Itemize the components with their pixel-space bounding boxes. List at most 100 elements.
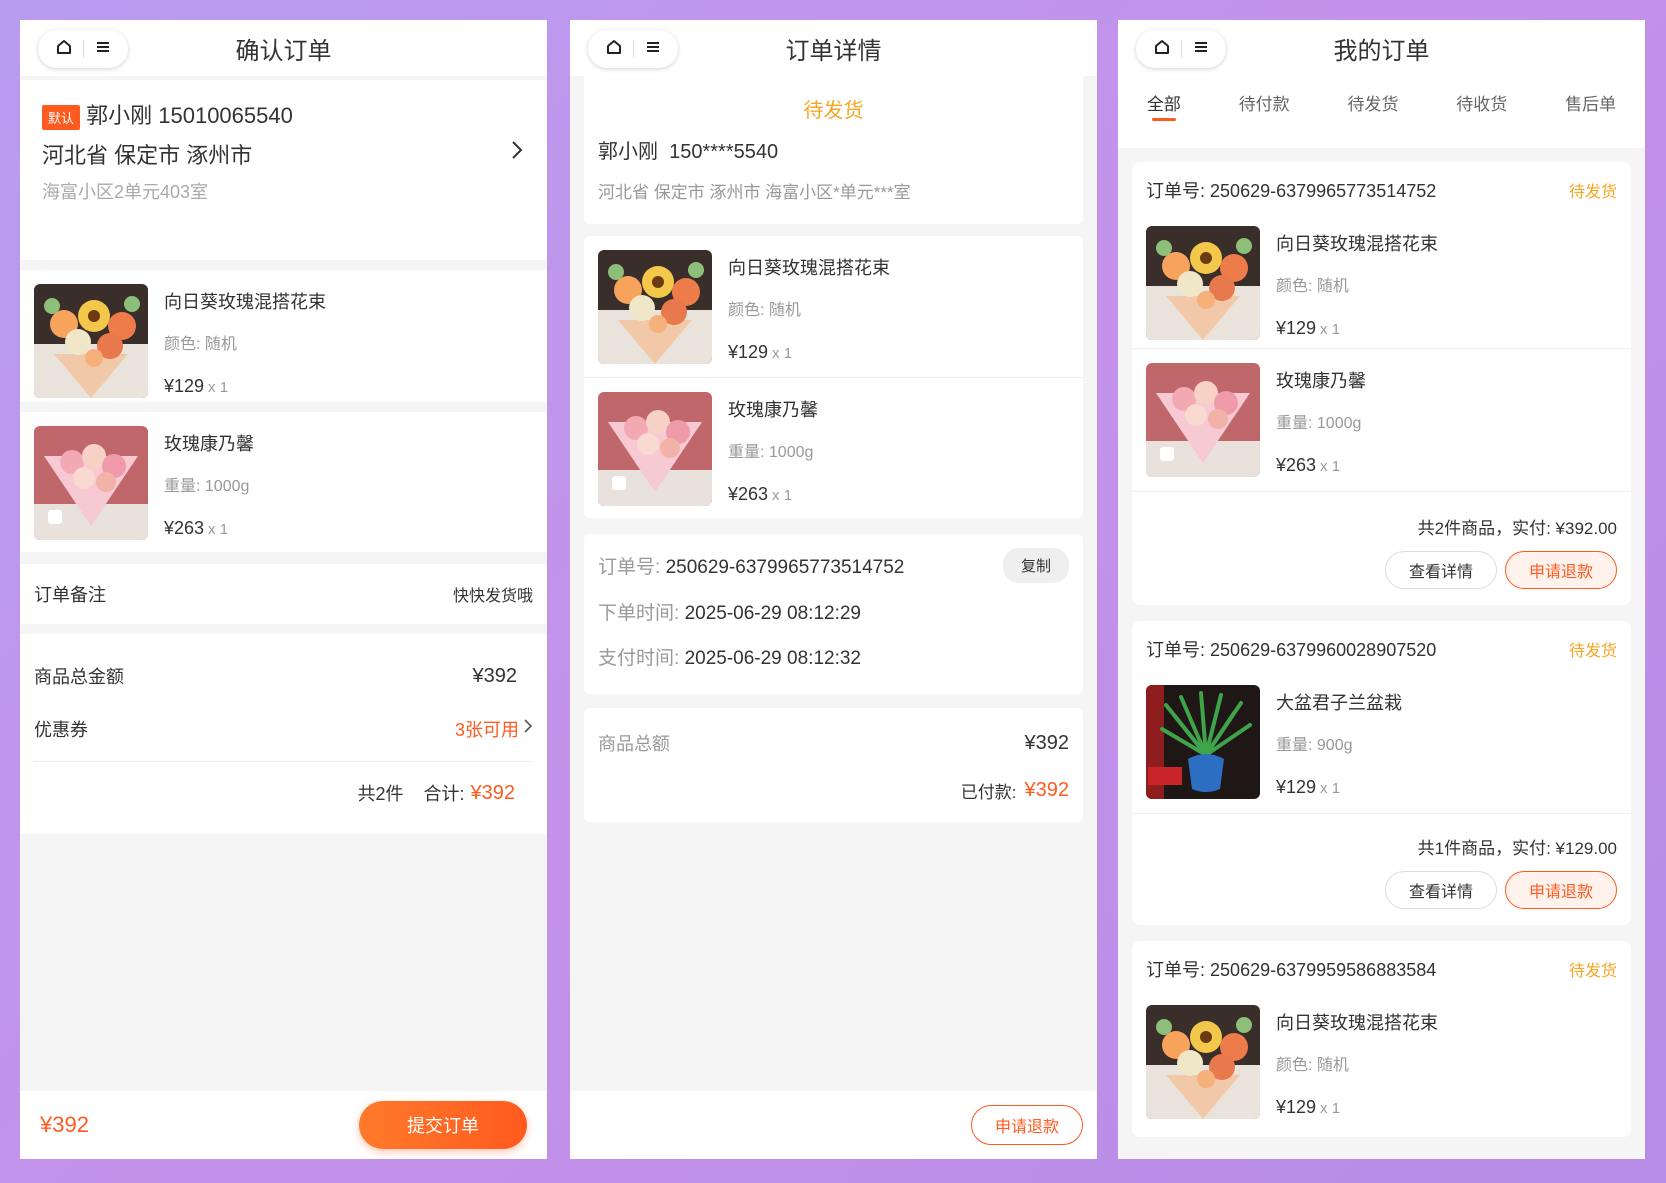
order-number: 250629-6379965773514752 (665, 556, 905, 578)
product-price: ¥129 (1276, 1097, 1317, 1117)
receiver-address: 河北省 保定市 涿州市 海富小区*单元***室 (598, 183, 911, 202)
coupon-row[interactable]: 优惠券 3张可用 (34, 710, 533, 762)
page-title: 确认订单 (235, 37, 332, 65)
product-item[interactable]: 向日葵玫瑰混搭花束 颜色: 随机 ¥129 x 1 (1132, 997, 1631, 1137)
order-time-label: 下单时间: (598, 603, 680, 624)
order-number-row: 订单号: 250629-6379965773514752 (1146, 177, 1436, 203)
refund-button[interactable]: 申请退款 (1505, 551, 1617, 589)
pay-time: 2025-06-29 08:12:32 (684, 648, 861, 669)
product-spec: 重量: 1000g (728, 444, 814, 461)
order-card[interactable]: 订单号: 250629-6379960028907520 待发货 大盆君子兰盆栽… (1132, 621, 1631, 925)
bottom-total-price: ¥392 (40, 1112, 89, 1137)
product-item[interactable]: 向日葵玫瑰混搭花束 颜色: 随机 ¥129 x 1 (1132, 218, 1631, 348)
product-thumbnail (598, 392, 712, 506)
page-title: 订单详情 (785, 37, 882, 65)
product-price: ¥263 (164, 518, 205, 538)
submit-order-button[interactable]: 提交订单 (359, 1101, 527, 1149)
refund-button[interactable]: 申请退款 (1505, 871, 1617, 909)
navbar: 订单详情 (570, 20, 1097, 76)
product-item[interactable]: 向日葵玫瑰混搭花束 颜色: 随机 ¥129 x 1 (584, 236, 1083, 378)
order-info-card: 订单号: 250629-6379965773514752 复制 下单时间: 20… (584, 534, 1083, 694)
address-detail: 海富小区2单元403室 (42, 182, 209, 202)
product-name: 向日葵玫瑰混搭花束 (164, 292, 326, 312)
order-number-label: 订单号: (598, 556, 661, 578)
product-price-row: ¥129 x 1 (1276, 1097, 1438, 1118)
nav-capsule (1136, 30, 1226, 68)
paid-value: ¥392 (1024, 779, 1070, 801)
order-tabs: 全部 待付款 待发货 待收货 售后单 (1118, 76, 1645, 148)
summary-total: ¥392 (470, 781, 516, 804)
order-status: 待发货 (1568, 643, 1617, 660)
order-summary: 共1件商品，实付: ¥129.00 (1417, 839, 1617, 858)
product-price: ¥129 (164, 376, 205, 396)
goods-total-label: 商品总金额 (34, 667, 124, 687)
summary-label: 合计: (423, 784, 465, 804)
product-item[interactable]: 玫瑰康乃馨 重量: 1000g ¥263 x 1 (1132, 349, 1631, 491)
product-qty: x 1 (772, 487, 793, 504)
menu-icon[interactable] (95, 40, 111, 59)
home-icon[interactable] (55, 38, 73, 61)
product-thumbnail (34, 284, 148, 398)
product-price-row: ¥129 x 1 (164, 376, 326, 397)
order-summary: 共2件商品，实付: ¥392.00 (1417, 519, 1617, 538)
product-spec: 颜色: 随机 (728, 302, 801, 319)
product-item[interactable]: 向日葵玫瑰混搭花束 颜色: 随机 ¥129 x 1 (20, 270, 547, 402)
product-thumbnail (1146, 363, 1260, 477)
order-number: 250629-6379965773514752 (1210, 181, 1437, 201)
product-price: ¥129 (728, 342, 769, 362)
product-qty: x 1 (208, 521, 229, 538)
product-qty: x 1 (1320, 458, 1341, 475)
order-number: 250629-6379960028907520 (1210, 640, 1437, 660)
product-card: 向日葵玫瑰混搭花束 颜色: 随机 ¥129 x 1 玫瑰康乃馨 重量: 1000g… (584, 236, 1083, 518)
product-name: 玫瑰康乃馨 (1276, 371, 1366, 391)
home-icon[interactable] (605, 38, 623, 61)
order-number-row: 订单号: 250629-6379965773514752 (598, 552, 904, 579)
payment-card: 商品总额 ¥392 已付款: ¥392 (584, 708, 1083, 822)
order-remark-row[interactable]: 订单备注 快快发货哦 (20, 564, 547, 624)
bottom-bar: ¥392 提交订单 (20, 1091, 547, 1159)
product-item[interactable]: 玫瑰康乃馨 重量: 1000g ¥263 x 1 (20, 412, 547, 552)
menu-icon[interactable] (645, 40, 661, 59)
order-remark-value: 快快发货哦 (452, 588, 533, 605)
product-qty: x 1 (772, 345, 793, 362)
product-thumbnail (1146, 1005, 1260, 1119)
address-name-phone: 郭小刚 15010065540 (86, 103, 293, 128)
tab-all[interactable]: 全部 (1147, 90, 1181, 148)
product-name: 向日葵玫瑰混搭花束 (728, 258, 890, 278)
capsule-divider (83, 40, 85, 58)
product-name: 玫瑰康乃馨 (728, 400, 818, 420)
tab-unpaid[interactable]: 待付款 (1239, 90, 1290, 148)
product-item[interactable]: 大盆君子兰盆栽 重量: 900g ¥129 x 1 (1132, 677, 1631, 813)
view-detail-button[interactable]: 查看详情 (1385, 871, 1497, 909)
product-spec: 颜色: 随机 (1276, 278, 1349, 295)
address-card[interactable]: 默认 郭小刚 15010065540 河北省 保定市 涿州市 海富小区2单元40… (20, 80, 547, 260)
nav-capsule (38, 30, 128, 68)
tab-after-sale[interactable]: 售后单 (1565, 90, 1616, 148)
order-time: 2025-06-29 08:12:29 (684, 603, 861, 624)
goods-total-label: 商品总额 (598, 734, 670, 754)
product-price-row: ¥129 x 1 (1276, 777, 1402, 798)
receiver-name-phone: 郭小刚 150****5540 (598, 141, 779, 163)
product-price-row: ¥263 x 1 (164, 518, 254, 539)
coupon-label: 优惠券 (34, 719, 88, 740)
product-price-row: ¥263 x 1 (728, 484, 818, 505)
view-detail-button[interactable]: 查看详情 (1385, 551, 1497, 589)
refund-button[interactable]: 申请退款 (971, 1105, 1083, 1145)
product-spec: 重量: 1000g (1276, 415, 1362, 432)
tab-to-receive[interactable]: 待收货 (1456, 90, 1507, 148)
product-name: 向日葵玫瑰混搭花束 (1276, 1013, 1438, 1033)
product-thumbnail (1146, 685, 1260, 799)
bottom-bar: 申请退款 (570, 1091, 1097, 1159)
home-icon[interactable] (1153, 38, 1171, 61)
product-name: 玫瑰康乃馨 (164, 434, 254, 454)
tab-to-ship[interactable]: 待发货 (1347, 90, 1398, 148)
order-card[interactable]: 订单号: 250629-6379965773514752 待发货 向日葵玫瑰混搭… (1132, 162, 1631, 605)
copy-button[interactable]: 复制 (1002, 547, 1069, 583)
order-remark-label: 订单备注 (34, 585, 106, 605)
goods-total-value: ¥392 (472, 664, 518, 687)
product-item[interactable]: 玫瑰康乃馨 重量: 1000g ¥263 x 1 (584, 378, 1083, 518)
menu-icon[interactable] (1193, 40, 1209, 59)
order-number-label: 订单号: (1146, 640, 1206, 660)
product-price: ¥263 (1276, 455, 1317, 475)
order-card[interactable]: 订单号: 250629-6379959586883584 待发货 向日葵玫瑰混搭… (1132, 941, 1631, 1137)
